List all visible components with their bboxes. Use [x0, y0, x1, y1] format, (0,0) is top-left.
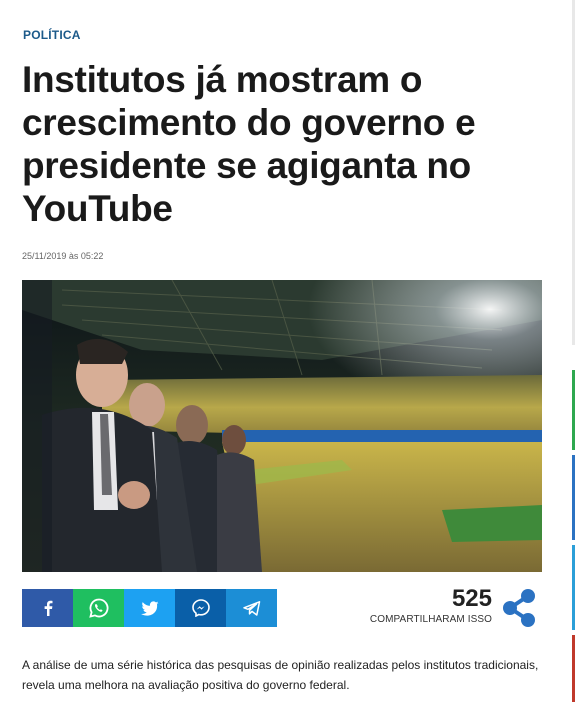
share-button[interactable] [500, 588, 538, 628]
telegram-icon [242, 600, 260, 616]
facebook-share-button[interactable] [22, 589, 73, 627]
social-share-bar [22, 589, 277, 627]
article-headline: Institutos já mostram o crescimento do g… [22, 59, 476, 229]
category-label[interactable]: POLÍTICA [23, 28, 81, 42]
twitter-share-button[interactable] [124, 589, 175, 627]
facebook-icon [44, 600, 52, 616]
telegram-share-button[interactable] [226, 589, 277, 627]
share-counter: 525 COMPARTILHARAM ISSO [360, 585, 492, 626]
messenger-share-button[interactable] [175, 589, 226, 627]
share-count-label: COMPARTILHARAM ISSO [369, 614, 492, 625]
article-lead: A análise de uma série histórica das pes… [22, 658, 539, 692]
share-icon [503, 589, 535, 627]
publish-date: 25/11/2019 às 05:22 [22, 251, 104, 261]
whatsapp-icon [88, 598, 108, 618]
twitter-icon [140, 600, 158, 616]
messenger-icon [191, 599, 210, 617]
whatsapp-share-button[interactable] [73, 589, 124, 627]
stadium-photo [22, 280, 542, 572]
share-count-number: 525 [451, 585, 492, 612]
hero-image [22, 280, 542, 572]
